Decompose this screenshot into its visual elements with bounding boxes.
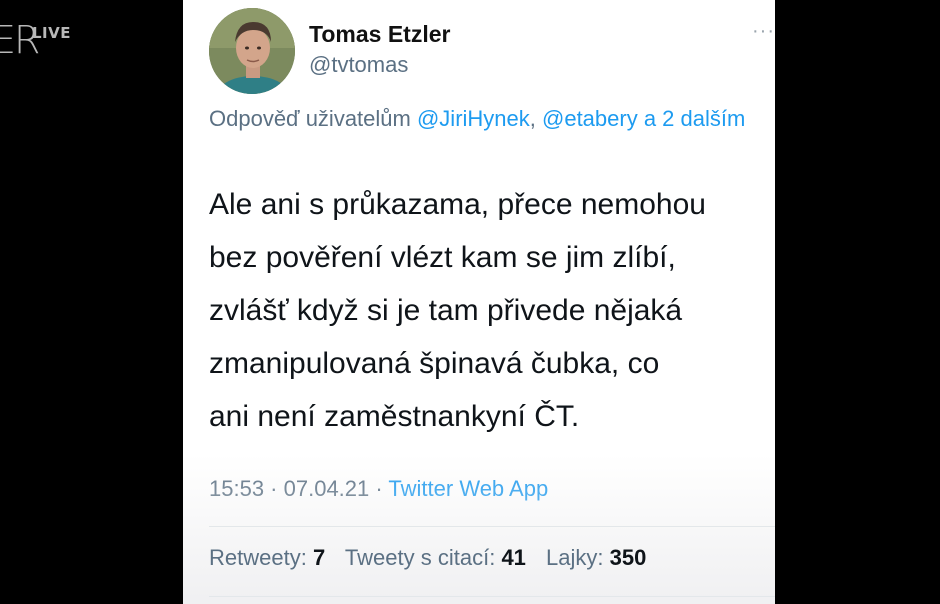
tweet-source-link[interactable]: Twitter Web App bbox=[388, 476, 548, 501]
tweet-card: Tomas Etzler @tvtomas ··· Odpověď uživat… bbox=[183, 0, 775, 604]
retweets-label: Retweety: bbox=[209, 545, 307, 570]
quotes-stat[interactable]: Tweety s citací: 41 bbox=[345, 545, 526, 570]
divider bbox=[209, 526, 775, 527]
tweet-meta: 15:53 · 07.04.21 · Twitter Web App bbox=[209, 476, 548, 502]
tweet-date[interactable]: 07.04.21 bbox=[284, 476, 370, 501]
live-label: LIVE bbox=[32, 24, 71, 42]
tweet-text-line: ani není zaměstnankyní ČT. bbox=[209, 400, 580, 433]
tweet-stats: Retweety: 7 Tweety s citací: 41 Lajky: 3… bbox=[209, 545, 660, 571]
likes-label: Lajky: bbox=[546, 545, 604, 570]
author-handle[interactable]: @tvtomas bbox=[309, 52, 408, 78]
quotes-count: 41 bbox=[501, 545, 526, 570]
mention-link[interactable]: @JiriHynek bbox=[417, 106, 530, 131]
retweets-stat[interactable]: Retweety: 7 bbox=[209, 545, 325, 570]
meta-separator: · bbox=[369, 476, 389, 501]
author-name[interactable]: Tomas Etzler bbox=[309, 21, 450, 48]
avatar-photo-icon bbox=[209, 8, 295, 94]
tweet-text: Ale ani s průkazama, přece nemohou bez p… bbox=[209, 178, 775, 443]
mention-link[interactable]: @etabery bbox=[542, 106, 638, 131]
tweet-time[interactable]: 15:53 bbox=[209, 476, 264, 501]
tweet-text-line: Ale ani s průkazama, přece nemohou bbox=[209, 188, 706, 221]
ellipsis-icon[interactable]: ··· bbox=[752, 20, 775, 43]
meta-separator: · bbox=[264, 476, 284, 501]
avatar[interactable] bbox=[209, 8, 295, 94]
tweet-text-line: zvlášť když si je tam přivede nějaká bbox=[209, 294, 683, 327]
likes-count: 350 bbox=[609, 545, 647, 570]
reply-context: Odpověď uživatelům @JiriHynek, @etabery … bbox=[209, 102, 759, 136]
reply-others-link[interactable]: a 2 dalším bbox=[638, 106, 746, 131]
reply-separator: , bbox=[529, 106, 542, 131]
reply-prefix: Odpověď uživatelům bbox=[209, 106, 417, 131]
tweet-text-line: bez pověření vlézt kam se jim zlíbí, bbox=[209, 241, 676, 274]
retweets-count: 7 bbox=[312, 545, 326, 570]
likes-stat[interactable]: Lajky: 350 bbox=[546, 545, 646, 570]
quotes-label: Tweety s citací: bbox=[344, 545, 496, 570]
divider bbox=[209, 596, 775, 597]
tweet-text-line: zmanipulovaná špinavá čubka, co bbox=[209, 347, 660, 380]
